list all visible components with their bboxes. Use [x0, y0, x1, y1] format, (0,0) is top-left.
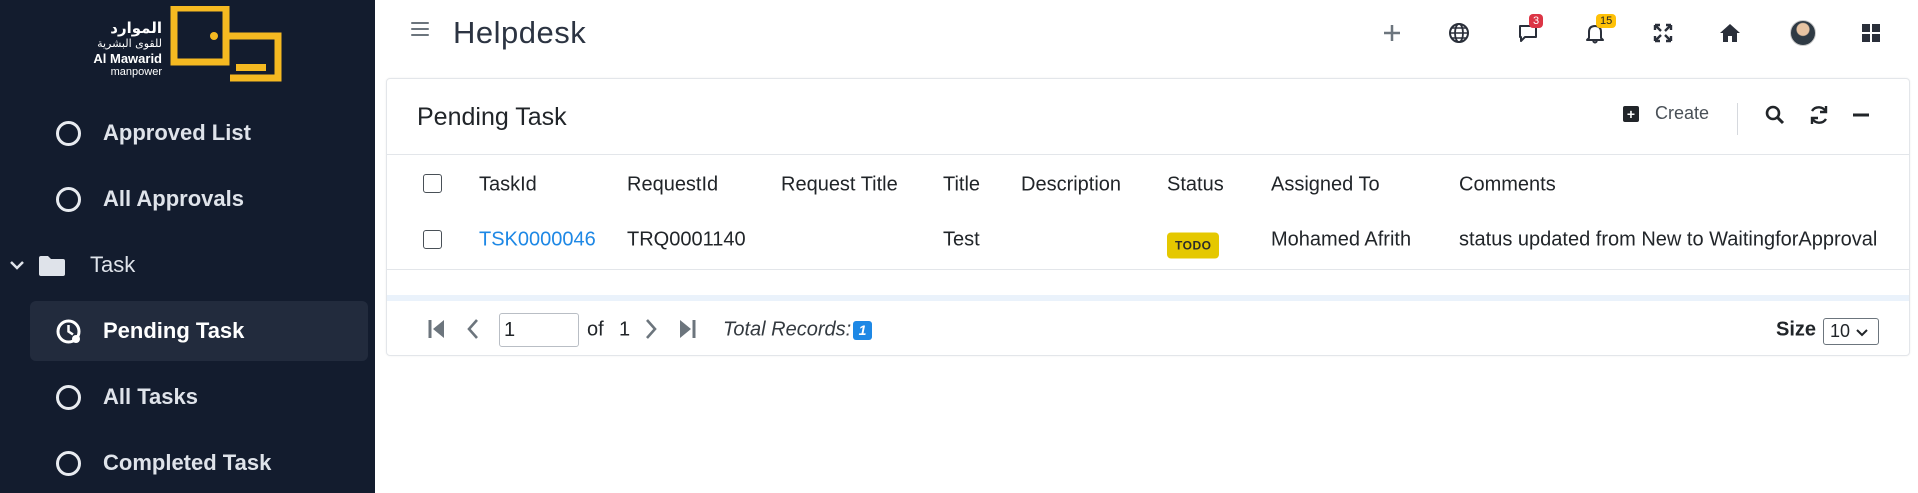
sidebar: الموارد للقوى البشرية Al Mawarid manpowe… — [0, 0, 375, 493]
refresh-icon[interactable] — [1805, 101, 1833, 129]
search-icon[interactable] — [1761, 101, 1789, 129]
page-size-label: Size — [1776, 318, 1817, 341]
pending-task-card: Pending Task + Create TaskId RequestId R… — [386, 78, 1910, 356]
home-icon[interactable] — [1713, 16, 1747, 50]
circle-icon — [56, 186, 81, 212]
hamburger-menu-icon[interactable] — [411, 22, 429, 38]
top-bar: Helpdesk 3 15 — [375, 0, 1918, 68]
sidebar-item-label: Pending Task — [103, 318, 245, 343]
table-header: TaskId RequestId Request Title Title Des… — [387, 157, 1909, 210]
user-avatar[interactable] — [1786, 16, 1820, 50]
column-header-title[interactable]: Title — [943, 174, 980, 197]
logo-name-line2: manpower — [110, 66, 162, 78]
status-badge: TODO — [1167, 232, 1220, 259]
sidebar-item-label: All Approvals — [103, 186, 244, 211]
page-size-value: 10 — [1830, 321, 1851, 341]
table-row[interactable]: TSK0000046 TRQ0001140 Test TODO Mohamed … — [387, 210, 1909, 270]
globe-icon[interactable] — [1442, 16, 1476, 50]
status-cell: TODO — [1167, 232, 1220, 259]
notification-count-badge: 15 — [1596, 14, 1617, 28]
next-page-icon[interactable] — [639, 317, 663, 341]
total-pages: 1 — [619, 318, 631, 341]
chat-count-badge: 3 — [1529, 14, 1544, 28]
row-checkbox[interactable] — [423, 230, 442, 249]
avatar — [1790, 20, 1816, 46]
task-id-link[interactable]: TSK0000046 — [479, 229, 596, 252]
plus-square-icon: + — [1623, 105, 1639, 122]
sidebar-item-label: Completed Task — [103, 450, 272, 475]
create-button[interactable]: + Create — [1623, 103, 1709, 124]
logo-arabic-line1: الموارد — [110, 19, 162, 37]
apps-grid-icon[interactable] — [1854, 16, 1888, 50]
sidebar-item-pending-task[interactable]: Pending Task — [30, 301, 368, 361]
create-label: Create — [1655, 103, 1710, 123]
last-page-icon[interactable] — [675, 317, 699, 341]
column-header-status[interactable]: Status — [1167, 174, 1224, 197]
page-number-input[interactable] — [499, 313, 579, 347]
chevron-down-icon — [1856, 321, 1868, 342]
fullscreen-icon[interactable] — [1646, 16, 1680, 50]
title-cell: Test — [943, 228, 980, 251]
circle-icon — [56, 450, 81, 476]
first-page-icon[interactable] — [425, 317, 449, 341]
paginator: of 1 Total Records: 1 Size 10 — [387, 301, 1909, 357]
total-records-badge: 1 — [853, 321, 872, 340]
column-header-assigned-to[interactable]: Assigned To — [1271, 174, 1380, 197]
card-title: Pending Task — [417, 103, 567, 131]
assigned-to-cell: Mohamed Afrith — [1271, 228, 1412, 251]
sidebar-item-all-approvals[interactable]: All Approvals — [30, 169, 368, 229]
sidebar-item-approved-list[interactable]: Approved List — [30, 103, 368, 163]
prev-page-icon[interactable] — [461, 317, 485, 341]
brand-logo[interactable]: الموارد للقوى البشرية Al Mawarid manpowe… — [80, 6, 290, 86]
logo-name-line1: Al Mawarid — [93, 51, 162, 66]
circle-icon — [56, 120, 81, 146]
of-label: of — [587, 318, 604, 341]
logo-text: الموارد للقوى البشرية Al Mawarid manpowe… — [80, 19, 162, 79]
sidebar-item-completed-task[interactable]: Completed Task — [30, 433, 368, 493]
sidebar-item-all-tasks[interactable]: All Tasks — [30, 367, 368, 427]
logo-arabic-line2: للقوى البشرية — [97, 37, 162, 50]
request-id-cell: TRQ0001140 — [627, 228, 746, 251]
chevron-down-icon — [0, 259, 34, 271]
plus-icon[interactable] — [1375, 16, 1409, 50]
total-records-label: Total Records: — [723, 318, 852, 341]
column-header-comments[interactable]: Comments — [1459, 174, 1556, 197]
column-header-taskid[interactable]: TaskId — [479, 174, 537, 197]
column-header-description[interactable]: Description — [1021, 174, 1121, 197]
page-size-select[interactable]: 10 — [1823, 318, 1879, 345]
collapse-minus-icon[interactable] — [1847, 101, 1875, 129]
sidebar-group-task[interactable]: Task — [0, 240, 135, 290]
select-all-checkbox[interactable] — [423, 174, 442, 193]
column-header-request-title[interactable]: Request Title — [781, 174, 898, 197]
sidebar-item-label: Approved List — [103, 120, 251, 145]
circle-icon — [56, 384, 81, 410]
chat-icon[interactable]: 3 — [1511, 14, 1545, 50]
comments-cell: status updated from New to WaitingforApp… — [1459, 228, 1878, 251]
bell-icon[interactable]: 15 — [1578, 14, 1617, 50]
sidebar-item-label: All Tasks — [103, 384, 198, 409]
card-header: Pending Task + Create — [387, 79, 1909, 155]
logo-mark-icon — [170, 6, 282, 82]
divider — [1737, 103, 1738, 135]
clock-icon — [56, 319, 81, 344]
column-header-requestid[interactable]: RequestId — [627, 174, 718, 197]
sidebar-group-label: Task — [90, 252, 136, 277]
folder-icon — [38, 255, 66, 276]
page-title: Helpdesk — [453, 15, 587, 50]
